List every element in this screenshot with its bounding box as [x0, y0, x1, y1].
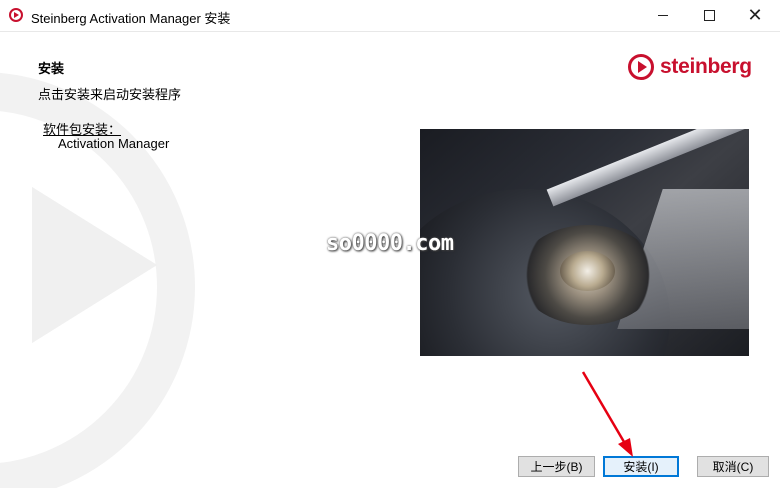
package-item: Activation Manager	[58, 136, 170, 151]
titlebar: Steinberg Activation Manager 安装 ✕	[0, 0, 780, 32]
steinberg-logo-icon	[628, 54, 654, 80]
back-button[interactable]: 上一步(B)	[518, 456, 595, 477]
minimize-icon	[658, 15, 668, 16]
minimize-button[interactable]	[640, 0, 686, 31]
close-button[interactable]: ✕	[732, 0, 778, 31]
watermark-text: so0000.com	[326, 231, 454, 256]
app-icon	[9, 8, 23, 22]
cancel-button[interactable]: 取消(C)	[697, 456, 769, 477]
close-icon: ✕	[747, 4, 763, 26]
hard-drive-image	[420, 129, 749, 356]
install-button[interactable]: 安装(I)	[603, 456, 679, 477]
maximize-icon	[703, 10, 715, 21]
spindle-ring-graphic	[560, 251, 615, 291]
watermark-play-graphic	[32, 187, 157, 343]
window-title: Steinberg Activation Manager 安装	[31, 11, 231, 26]
page-subheading: 点击安装来启动安装程序	[38, 87, 182, 102]
page-heading: 安装	[38, 61, 65, 76]
steinberg-logo-text: steinberg	[660, 55, 752, 78]
steinberg-logo: steinberg	[628, 53, 752, 81]
maximize-button[interactable]	[686, 0, 732, 31]
content-area: 安装 点击安装来启动安装程序 软件包安装： Activation Manager…	[0, 32, 780, 488]
